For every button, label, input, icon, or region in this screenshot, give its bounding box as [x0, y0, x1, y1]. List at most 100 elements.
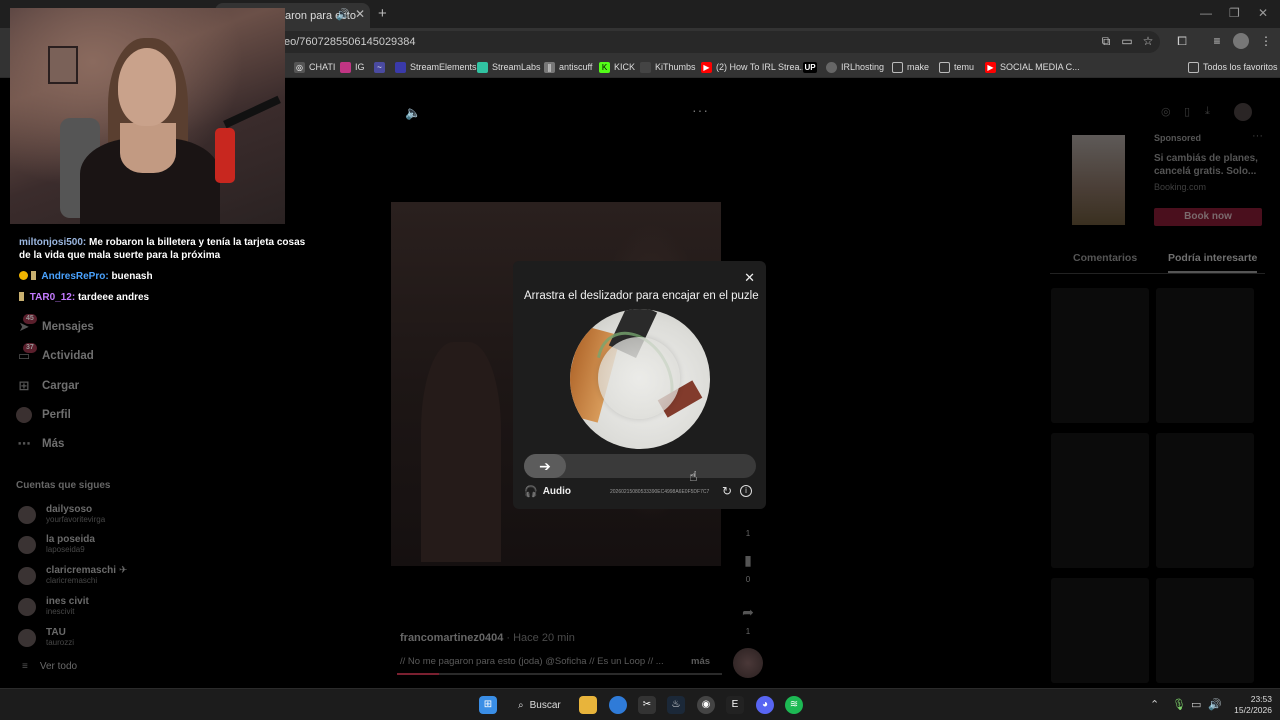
bookmark-irl-stream[interactable]: ▶ (2) How To IRL Strea... — [701, 59, 807, 75]
ad-title: Si cambiás de planes, cancelá gratis. So… — [1154, 153, 1258, 177]
following-item[interactable]: la poseida laposeida9 — [18, 534, 218, 558]
window-close-icon[interactable]: ✕ — [1258, 6, 1268, 20]
author-avatar[interactable] — [733, 648, 763, 678]
share-button[interactable]: ➦ 1 — [736, 601, 760, 636]
ad-options-icon[interactable]: ··· — [1252, 130, 1263, 142]
maximize-icon[interactable]: ❐ — [1229, 6, 1240, 20]
bookmark-temu[interactable]: temu — [939, 59, 974, 75]
cast-icon[interactable]: ▭ — [1119, 33, 1135, 49]
bookmark-ig[interactable]: IG — [340, 59, 365, 75]
tray-chevron-icon[interactable]: ⌃ — [1150, 698, 1159, 711]
captcha-modal: ✕ Arrastra el deslizador para encajar en… — [513, 261, 766, 509]
video-author[interactable]: francomartinez0404 · Hace 20 min — [400, 632, 575, 644]
compass-icon[interactable]: ◎ — [1161, 105, 1171, 118]
download-icon[interactable]: ⤓ — [1205, 105, 1210, 118]
chat-message: miltonjosi500: Me robaron la billetera y… — [19, 236, 305, 262]
windows-start-icon[interactable]: ⊞ — [479, 696, 497, 714]
avatar — [18, 536, 36, 554]
bookmark-kick[interactable]: K KICK — [599, 59, 635, 75]
tab-comentarios[interactable]: Comentarios — [1073, 252, 1137, 264]
following-item[interactable]: TAU taurozzi — [18, 627, 218, 651]
chat-badge-icon — [19, 292, 24, 301]
chrome-icon[interactable] — [609, 696, 627, 714]
info-icon[interactable]: i — [740, 485, 752, 497]
captcha-slider-handle[interactable]: ➔ — [524, 454, 566, 478]
video-progress-bar[interactable] — [397, 673, 722, 675]
volume-tray-icon[interactable]: 🔊 — [1208, 698, 1222, 711]
volume-icon[interactable]: 🔈 — [405, 105, 421, 121]
bookmark-make[interactable]: make — [892, 59, 929, 75]
steam-icon[interactable]: ♨ — [667, 696, 685, 714]
ad-sponsored-label: Sponsored — [1154, 133, 1202, 143]
bookmark-up[interactable]: UP — [803, 59, 821, 75]
suggested-video-tile[interactable] — [1156, 578, 1254, 683]
media-icon[interactable]: ≡ — [1209, 33, 1225, 49]
nav-mas[interactable]: ⋯ Más — [16, 434, 65, 454]
refresh-icon[interactable]: ↻ — [722, 484, 732, 498]
more-icon: ⋯ — [17, 436, 31, 451]
headphones-icon: 🎧 — [524, 486, 538, 498]
chat-badge-icon — [19, 271, 28, 280]
taskbar-search[interactable]: ⌕ Buscar — [510, 694, 569, 716]
chat-text: buenash — [111, 271, 153, 282]
suggested-video-tile[interactable] — [1051, 288, 1149, 423]
discord-icon[interactable]: ◕ — [756, 696, 774, 714]
bookmark-kithumbs[interactable]: KiThumbs — [640, 59, 696, 75]
speaker-icon[interactable]: 🔊 — [336, 8, 350, 21]
bookmark-irlhosting[interactable]: IRLhosting — [826, 59, 884, 75]
following-item[interactable]: dailysoso yourfavoritevirga — [18, 504, 218, 528]
suggested-video-tile[interactable] — [1051, 578, 1149, 683]
bookmark-streamlabs[interactable]: StreamLabs — [477, 59, 541, 75]
bookmark-social-media[interactable]: ▶ SOCIAL MEDIA C... — [985, 59, 1080, 75]
new-tab-button[interactable]: + — [378, 5, 387, 22]
spotify-icon[interactable]: ≋ — [785, 696, 803, 714]
book-now-button[interactable]: Book now — [1154, 208, 1262, 226]
nav-perfil[interactable]: Perfil — [16, 405, 71, 425]
save-button[interactable]: ▮ 0 — [736, 549, 760, 584]
taskbar-clock[interactable]: 23:53 15/2/2026 — [1226, 694, 1272, 716]
minimize-icon[interactable]: — — [1200, 6, 1212, 20]
suggested-video-tile[interactable] — [1051, 433, 1149, 568]
captcha-slider-track[interactable]: ➔ — [524, 454, 756, 478]
bookmark-streamelements[interactable]: StreamElements — [395, 59, 477, 75]
bookmark-chati[interactable]: ◎ CHATI — [294, 59, 335, 75]
star-icon[interactable]: ☆ — [1140, 33, 1156, 49]
address-bar[interactable]: eo/7607285506145029384 — [260, 31, 1160, 53]
suggested-video-tile[interactable] — [1156, 288, 1254, 423]
suggested-video-tile[interactable] — [1156, 433, 1254, 568]
list-icon: ≡ — [22, 661, 28, 672]
kithumbs-icon — [640, 61, 651, 73]
translate-icon[interactable]: ⧉ — [1098, 33, 1114, 49]
webcam-person-face — [118, 48, 176, 126]
microphone-icon[interactable]: 🎙 — [1172, 698, 1186, 711]
obs-icon[interactable]: ◉ — [697, 696, 715, 714]
tab-podria-interesarte[interactable]: Podría interesarte — [1168, 252, 1258, 273]
bookmark-chart[interactable]: ~ — [374, 59, 389, 75]
close-tab-icon[interactable]: ✕ — [355, 7, 365, 21]
profile-avatar-icon[interactable] — [1233, 33, 1249, 49]
nav-actividad[interactable]: ▭ 37 Actividad — [16, 343, 94, 366]
avatar — [18, 567, 36, 585]
bookmark-all-favorites[interactable]: Todos los favoritos — [1188, 59, 1278, 75]
user-avatar-icon[interactable] — [1234, 103, 1252, 121]
chat-message: TAR0_12: tardeee andres — [19, 291, 149, 304]
nav-cargar[interactable]: ⊞ Cargar — [16, 376, 80, 396]
see-all-link[interactable]: ≡ Ver todo — [22, 661, 77, 672]
file-explorer-icon[interactable] — [579, 696, 597, 714]
epic-games-icon[interactable]: E — [726, 696, 744, 714]
phone-icon[interactable]: ▯ — [1184, 105, 1190, 118]
menu-kebab-icon[interactable]: ⋮ — [1258, 33, 1274, 49]
bookmark-antiscuff[interactable]: ∥ antiscuff — [544, 59, 592, 75]
network-icon[interactable]: ▭ — [1191, 698, 1201, 711]
following-item[interactable]: claricremaschi ✈ claricremaschi — [18, 565, 218, 589]
nav-mensajes[interactable]: ➤ 45 Mensajes — [16, 314, 94, 337]
video-options-icon[interactable]: ··· — [692, 102, 709, 118]
webcam-overlay — [10, 8, 285, 224]
close-icon[interactable]: ✕ — [744, 270, 755, 286]
captcha-audio-button[interactable]: 🎧 Audio — [524, 485, 571, 498]
video-time: · Hace 20 min — [503, 632, 575, 644]
capcut-icon[interactable]: ✂ — [638, 696, 656, 714]
following-item[interactable]: ines civit inescivit — [18, 596, 218, 620]
video-more-link[interactable]: más — [691, 656, 710, 667]
extensions-icon[interactable]: ⧠ — [1174, 33, 1190, 49]
